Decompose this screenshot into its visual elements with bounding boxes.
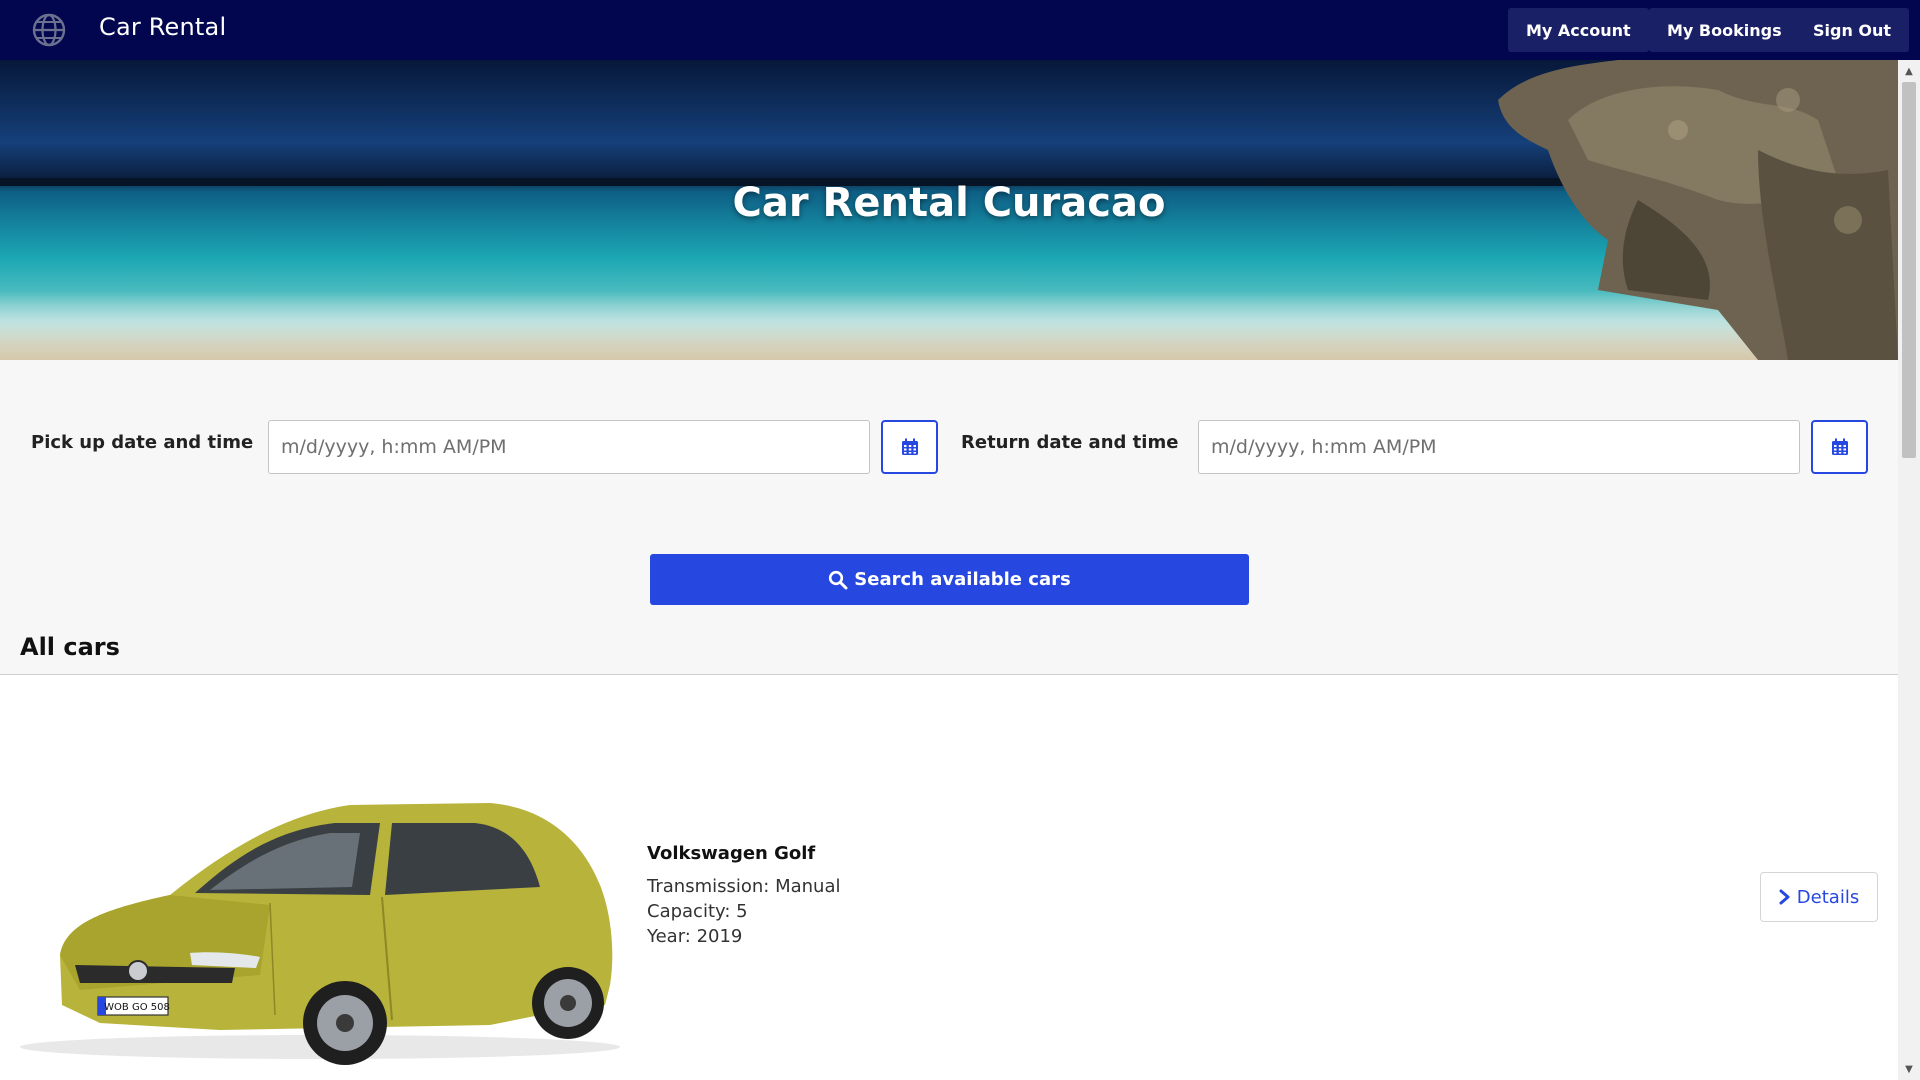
pickup-label: Pick up date and time [31,432,254,453]
car-name: Volkswagen Golf [647,843,816,864]
search-form: Pick up date and time Return date and ti… [0,360,1898,674]
return-calendar-button[interactable] [1811,420,1868,474]
scrollbar-thumb[interactable] [1902,82,1916,458]
vertical-scrollbar[interactable]: ▲ ▼ [1898,60,1920,1080]
my-bookings-button[interactable]: My Bookings [1649,8,1800,52]
calendar-icon [1831,438,1848,455]
car-transmission: Transmission: Manual [647,876,841,897]
license-plate: WOB GO 508 [104,1002,170,1013]
sign-out-button[interactable]: Sign Out [1795,8,1910,52]
car-year: Year: 2019 [647,926,743,947]
all-cars-heading: All cars [20,633,120,661]
brand-title[interactable]: Car Rental [99,13,226,41]
chevron-right-icon [1779,889,1790,905]
car-capacity: Capacity: 5 [647,901,748,922]
scroll-down-arrow-icon[interactable]: ▼ [1898,1060,1920,1078]
calendar-icon [901,438,918,455]
search-button-label: Search available cars [854,569,1071,590]
pickup-calendar-button[interactable] [881,420,938,474]
return-label: Return date and time [961,432,1179,453]
top-navbar: Car Rental My Account My Bookings Sign O… [0,0,1920,60]
globe-icon [32,13,66,47]
car-list-item: WOB GO 508 Volkswagen Golf Transmission:… [0,675,1898,1080]
car-image: WOB GO 508 [20,803,620,1065]
pickup-date-input[interactable] [268,420,870,474]
hero-banner: Car Rental Curacao [0,60,1898,360]
car-details-button[interactable]: Details [1760,872,1878,922]
search-available-cars-button[interactable]: Search available cars [650,554,1249,605]
details-button-label: Details [1796,886,1860,908]
scroll-up-arrow-icon[interactable]: ▲ [1898,62,1920,80]
page: Car Rental My Account My Bookings Sign O… [0,0,1920,1080]
return-date-input[interactable] [1198,420,1800,474]
search-icon [829,570,848,589]
hero-title: Car Rental Curacao [732,180,1166,226]
my-account-button[interactable]: My Account [1508,8,1649,52]
